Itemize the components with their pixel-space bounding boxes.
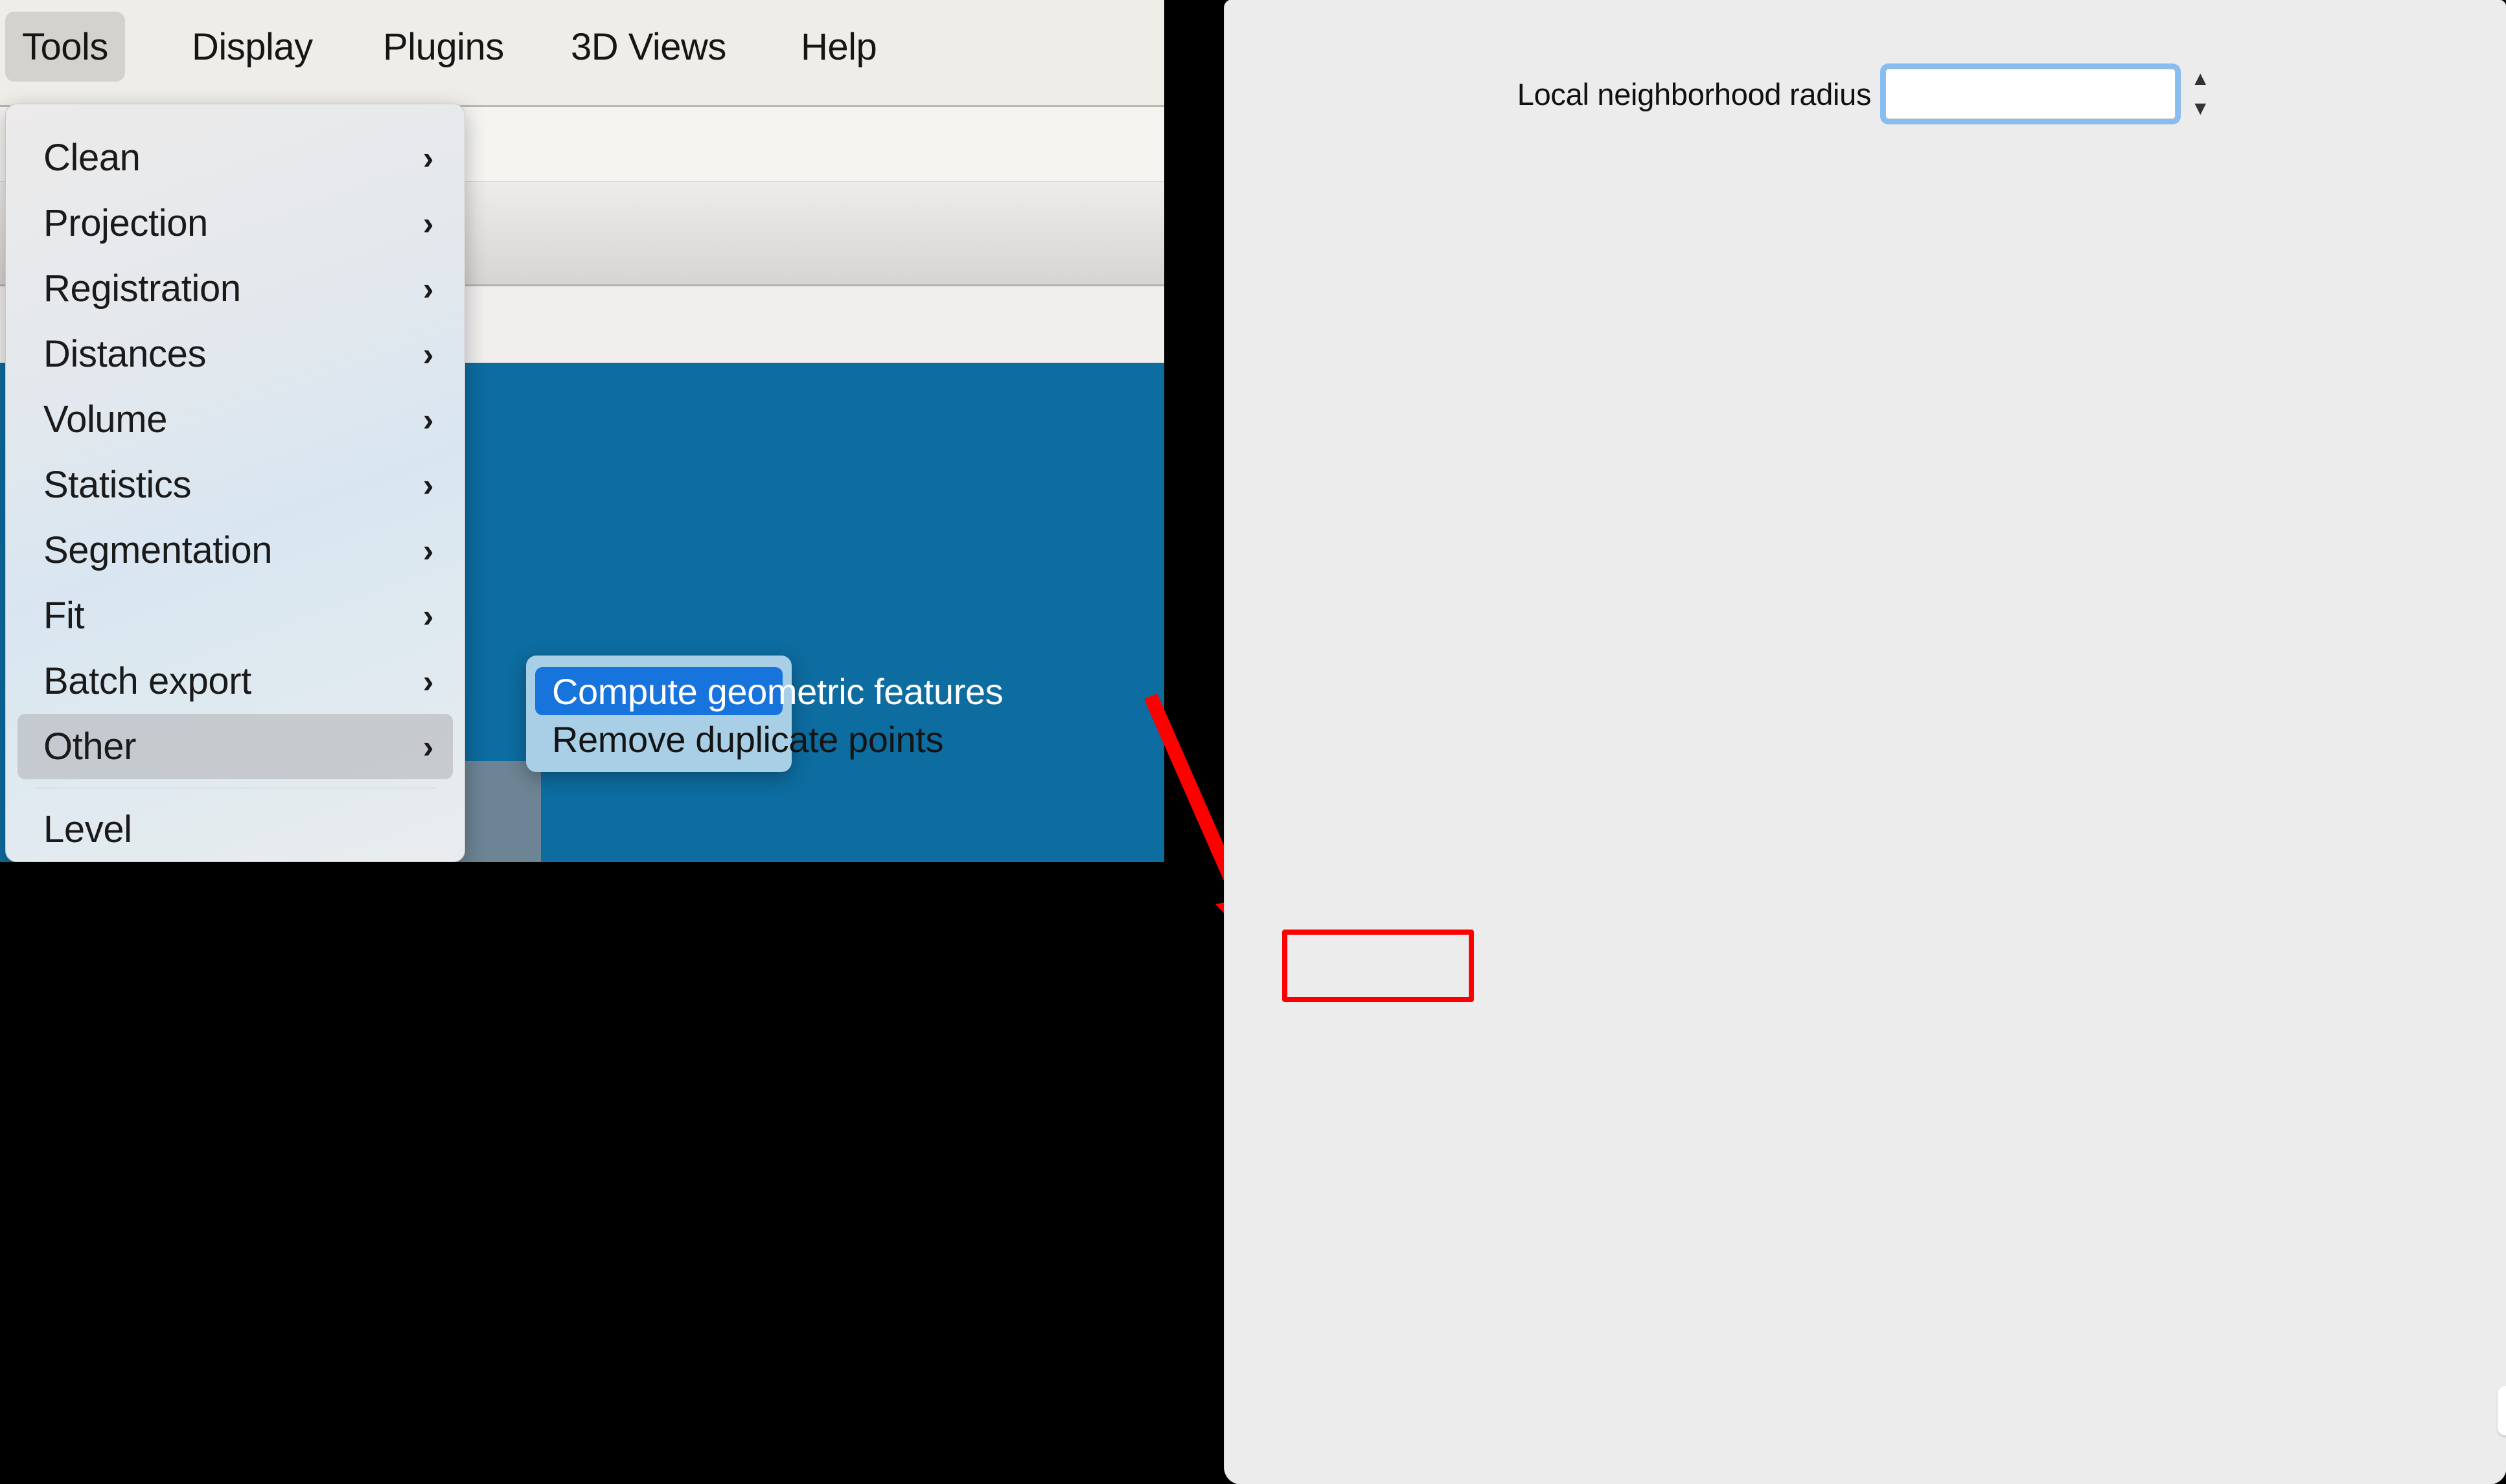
- local-neighborhood-radius-label: Local neighborhood radius: [1517, 76, 1872, 111]
- chevron-right-icon: ›: [422, 663, 434, 700]
- menu-item-batch-export[interactable]: Batch export ›: [17, 648, 453, 714]
- chevron-right-icon: ›: [422, 597, 434, 634]
- menu-item-projection[interactable]: Projection ›: [17, 190, 453, 256]
- menu-item-label: Statistics: [43, 464, 192, 506]
- menu-item-label: Other: [43, 725, 137, 768]
- menu-item-label: Registration: [43, 268, 241, 310]
- menubar-item-help[interactable]: Help: [784, 12, 893, 82]
- menu-item-statistics[interactable]: Statistics ›: [17, 452, 453, 518]
- menu-item-clean[interactable]: Clean ›: [17, 125, 453, 190]
- stepper-up-icon[interactable]: ▲: [2190, 68, 2210, 90]
- chevron-right-icon: ›: [422, 532, 434, 569]
- chevron-right-icon: ›: [422, 728, 434, 765]
- screenshot-root: default point size default line width To…: [0, 0, 2506, 1484]
- menu-item-label: Distances: [43, 333, 207, 375]
- submenu-item-label: Compute geometric features: [552, 670, 1004, 712]
- radius-stepper[interactable]: ▲ ▼: [2187, 68, 2213, 120]
- chevron-right-icon: ›: [422, 139, 434, 176]
- menu-item-volume[interactable]: Volume ›: [17, 387, 453, 452]
- stepper-down-icon[interactable]: ▼: [2190, 98, 2210, 120]
- menubar-item-label: Display: [192, 25, 313, 68]
- local-neighborhood-radius-spinner[interactable]: ▲ ▼: [1885, 68, 2213, 120]
- menu-item-label: Level: [43, 808, 132, 850]
- chevron-right-icon: ›: [422, 270, 434, 307]
- menubar-item-label: Help: [801, 25, 877, 68]
- compute-geometric-features-dialog: Local neighborhood radius ▲ ▼ Roughness …: [1224, 0, 2506, 1484]
- menu-item-other[interactable]: Other ›: [17, 714, 453, 779]
- local-neighborhood-radius-input[interactable]: [1885, 69, 2176, 119]
- menubar-item-label: Plugins: [383, 25, 504, 68]
- local-neighborhood-radius-row: Local neighborhood radius ▲ ▼: [1224, 68, 2506, 120]
- submenu-item-label: Remove duplicate points: [552, 718, 944, 760]
- chevron-right-icon: ›: [422, 466, 434, 503]
- tools-dropdown-menu: Clean › Projection › Registration › Dist…: [5, 104, 465, 862]
- menu-item-label: Segmentation: [43, 529, 273, 571]
- menubar-item-3d-views[interactable]: 3D Views: [554, 12, 743, 82]
- reset-button[interactable]: Reset: [2498, 1386, 2506, 1435]
- menubar-item-plugins[interactable]: Plugins: [366, 12, 521, 82]
- menubar-item-tools[interactable]: Tools: [5, 12, 125, 82]
- menu-item-segmentation[interactable]: Segmentation ›: [17, 518, 453, 583]
- menu-bar: Tools Display Plugins 3D Views Help: [0, 0, 1164, 107]
- menu-item-registration[interactable]: Registration ›: [17, 256, 453, 321]
- menubar-item-label: 3D Views: [571, 25, 726, 68]
- chevron-right-icon: ›: [422, 401, 434, 438]
- chevron-right-icon: ›: [422, 205, 434, 242]
- menubar-item-label: Tools: [22, 25, 108, 68]
- submenu-item-compute-geometric-features[interactable]: Compute geometric features: [535, 667, 1004, 715]
- menu-item-level[interactable]: Level: [17, 797, 453, 862]
- chevron-right-icon: ›: [422, 336, 434, 372]
- other-submenu: Compute geometric features Remove duplic…: [526, 656, 1004, 772]
- menu-item-label: Clean: [43, 137, 141, 179]
- menu-item-label: Batch export: [43, 660, 251, 702]
- menu-item-label: Fit: [43, 595, 85, 637]
- menu-item-label: Volume: [43, 398, 168, 440]
- menu-item-distances[interactable]: Distances ›: [17, 321, 453, 387]
- menu-item-label: Projection: [43, 202, 208, 244]
- menubar-item-display[interactable]: Display: [175, 12, 330, 82]
- submenu-item-remove-duplicate-points[interactable]: Remove duplicate points: [535, 715, 943, 763]
- menu-item-fit[interactable]: Fit ›: [17, 583, 453, 648]
